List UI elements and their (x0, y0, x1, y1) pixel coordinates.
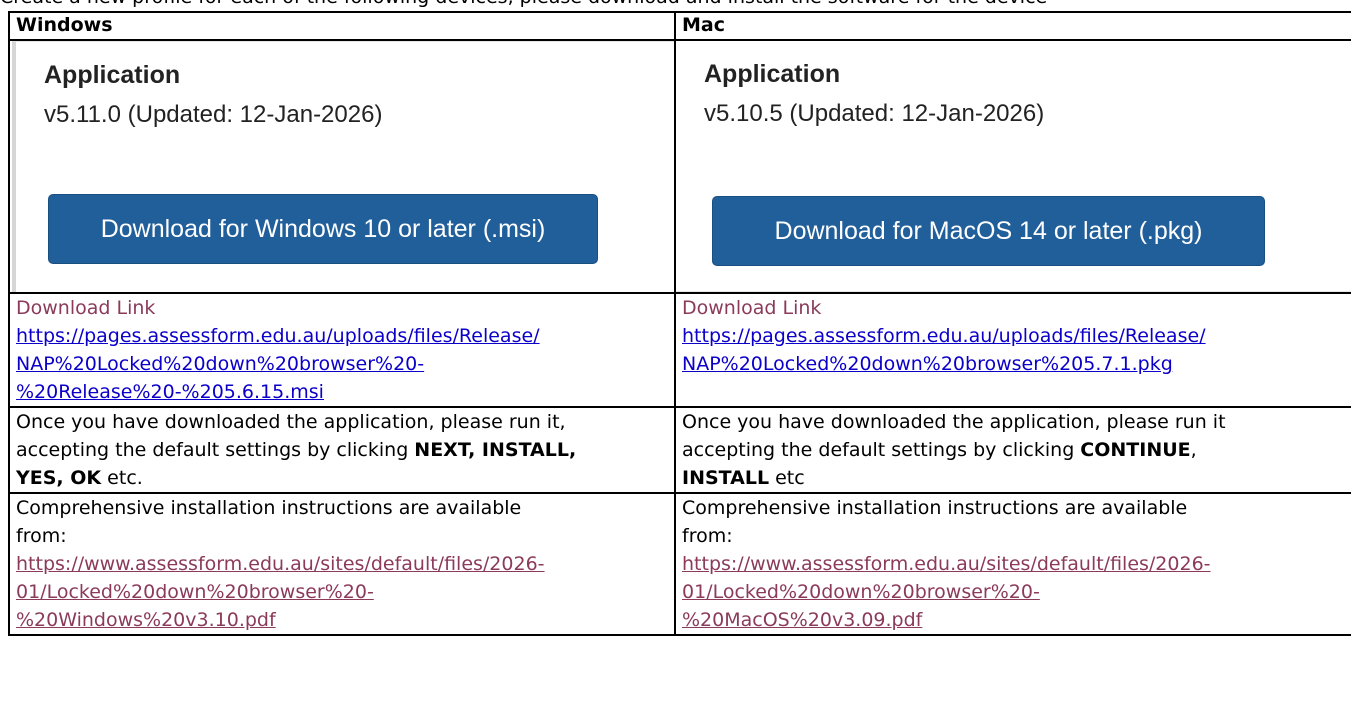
download-windows-button[interactable]: Download for Windows 10 or later (.msi) (48, 194, 598, 264)
windows-run-text: accepting the default settings by clicki… (16, 439, 415, 461)
windows-panel-cell: Application v5.11.0 (Updated: 12-Jan-202… (8, 39, 676, 294)
windows-download-link-cell: Download Link https://pages.assessform.e… (8, 292, 676, 408)
mac-run-text: accepting the default settings by clicki… (682, 439, 1081, 461)
windows-guide-url-line: 01/Locked%20down%20browser%20- (16, 581, 374, 603)
download-mac-button[interactable]: Download for MacOS 14 or later (.pkg) (712, 196, 1265, 266)
installation-guide-row: Comprehensive installation instructions … (8, 492, 1351, 636)
application-panel-row: Application v5.11.0 (Updated: 12-Jan-202… (8, 39, 1351, 294)
mac-run-bold: CONTINUE (1080, 439, 1191, 461)
windows-run-text: etc. (101, 467, 143, 489)
mac-download-link-cell: Download Link https://pages.assessform.e… (674, 292, 1351, 408)
windows-application-panel: Application v5.11.0 (Updated: 12-Jan-202… (12, 42, 673, 291)
mac-guide-cell: Comprehensive installation instructions … (674, 492, 1351, 636)
windows-guide-url-line: https://www.assessform.edu.au/sites/defa… (16, 553, 545, 575)
mac-run-bold: INSTALL (682, 467, 770, 489)
windows-guide-url-line: %20Windows%20v3.10.pdf (16, 609, 276, 631)
mac-panel-cell: Application v5.10.5 (Updated: 12-Jan-202… (674, 39, 1351, 294)
windows-header-cell: Windows (8, 11, 676, 41)
mac-guide-link[interactable]: https://www.assessform.edu.au/sites/defa… (682, 553, 1211, 631)
mac-application-panel: Application v5.10.5 (Updated: 12-Jan-202… (677, 42, 1350, 291)
windows-download-url-line: %20Release%20-%205.6.15.msi (16, 381, 324, 403)
mac-guide-text: from: (682, 525, 733, 547)
mac-app-version: v5.10.5 (Updated: 12-Jan-2026) (704, 100, 1045, 127)
windows-download-label: Download Link (16, 297, 156, 319)
windows-run-bold: YES, OK (16, 467, 102, 489)
mac-header-cell: Mac (674, 11, 1351, 41)
mac-guide-url-line: 01/Locked%20down%20browser%20- (682, 581, 1040, 603)
download-link-row: Download Link https://pages.assessform.e… (8, 292, 1351, 408)
mac-download-url-line: NAP%20Locked%20down%20browser%205.7.1.pk… (682, 353, 1173, 375)
windows-guide-cell: Comprehensive installation instructions … (8, 492, 676, 636)
windows-download-url-line: NAP%20Locked%20down%20browser%20- (16, 353, 425, 375)
run-instructions-row: Once you have downloaded the application… (8, 406, 1351, 494)
mac-download-label: Download Link (682, 297, 822, 319)
mac-run-text: Once you have downloaded the application… (682, 411, 1226, 433)
mac-header: Mac (682, 14, 725, 36)
mac-run-comma: , (1190, 439, 1197, 461)
mac-guide-url-line: %20MacOS%20v3.09.pdf (682, 609, 923, 631)
windows-download-url-line: https://pages.assessform.edu.au/uploads/… (16, 325, 540, 347)
header-row: Windows Mac (8, 11, 1351, 41)
windows-guide-text: Comprehensive installation instructions … (16, 497, 522, 519)
windows-run-text: Once you have downloaded the application… (16, 411, 566, 433)
windows-app-title: Application (44, 61, 181, 89)
mac-run-cell: Once you have downloaded the application… (674, 406, 1351, 494)
windows-run-bold: NEXT, INSTALL, (414, 439, 577, 461)
windows-guide-link[interactable]: https://www.assessform.edu.au/sites/defa… (16, 553, 545, 631)
mac-download-url-line: https://pages.assessform.edu.au/uploads/… (682, 325, 1206, 347)
mac-guide-text: Comprehensive installation instructions … (682, 497, 1188, 519)
windows-download-link[interactable]: https://pages.assessform.edu.au/uploads/… (16, 325, 540, 403)
download-table: Windows Mac Application v5.11.0 (Updated… (8, 11, 1351, 636)
mac-download-link[interactable]: https://pages.assessform.edu.au/uploads/… (682, 325, 1206, 375)
windows-run-cell: Once you have downloaded the application… (8, 406, 676, 494)
windows-guide-text: from: (16, 525, 67, 547)
mac-guide-url-line: https://www.assessform.edu.au/sites/defa… (682, 553, 1211, 575)
mac-run-text: etc (769, 467, 805, 489)
windows-app-version: v5.11.0 (Updated: 12-Jan-2026) (44, 101, 383, 128)
intro-text: Create a new profile for each of the fol… (0, 0, 1047, 8)
mac-app-title: Application (704, 60, 841, 88)
windows-header: Windows (16, 14, 113, 36)
